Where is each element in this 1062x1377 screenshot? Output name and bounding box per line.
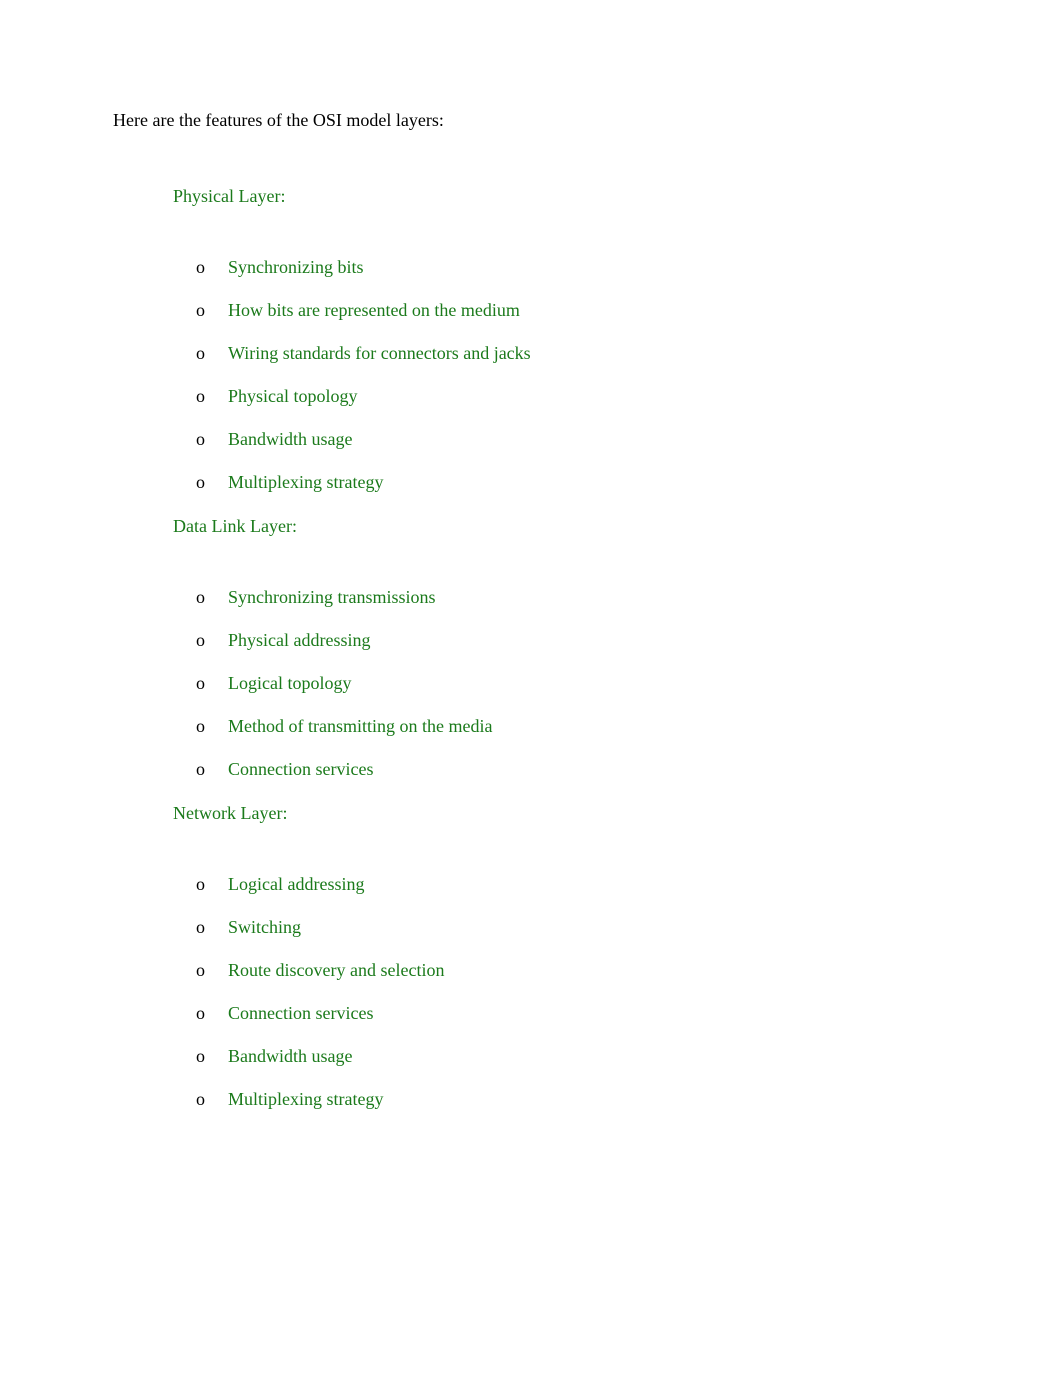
layer-title: Data Link Layer: xyxy=(173,516,297,537)
layer-header: Data Link Layer: xyxy=(138,516,1062,537)
feature-item: o Logical addressing xyxy=(196,874,1062,895)
feature-list: o Synchronizing transmissions o Physical… xyxy=(138,587,1062,780)
feature-bullet: o xyxy=(196,960,206,981)
feature-text: Route discovery and selection xyxy=(228,960,444,981)
intro-text: Here are the features of the OSI model l… xyxy=(113,110,1062,131)
layer-item-physical: Physical Layer: o Synchronizing bits o H… xyxy=(138,186,1062,493)
feature-text: Logical addressing xyxy=(228,874,364,895)
feature-item: o Connection services xyxy=(196,1003,1062,1024)
feature-text: Wiring standards for connectors and jack… xyxy=(228,343,531,364)
feature-text: Synchronizing bits xyxy=(228,257,364,278)
feature-text: Multiplexing strategy xyxy=(228,472,383,493)
feature-text: Physical addressing xyxy=(228,630,370,651)
layer-list: Physical Layer: o Synchronizing bits o H… xyxy=(113,186,1062,1110)
feature-text: Bandwidth usage xyxy=(228,1046,352,1067)
feature-item: o Synchronizing transmissions xyxy=(196,587,1062,608)
feature-item: o Multiplexing strategy xyxy=(196,472,1062,493)
feature-bullet: o xyxy=(196,472,206,493)
feature-item: o Route discovery and selection xyxy=(196,960,1062,981)
feature-item: o Connection services xyxy=(196,759,1062,780)
feature-list: o Logical addressing o Switching o Route… xyxy=(138,874,1062,1110)
feature-item: o Physical addressing xyxy=(196,630,1062,651)
layer-item-network: Network Layer: o Logical addressing o Sw… xyxy=(138,803,1062,1110)
feature-item: o Multiplexing strategy xyxy=(196,1089,1062,1110)
feature-bullet: o xyxy=(196,1046,206,1067)
feature-item: o Logical topology xyxy=(196,673,1062,694)
feature-item: o Method of transmitting on the media xyxy=(196,716,1062,737)
feature-bullet: o xyxy=(196,429,206,450)
feature-item: o Bandwidth usage xyxy=(196,429,1062,450)
feature-bullet: o xyxy=(196,343,206,364)
feature-bullet: o xyxy=(196,673,206,694)
feature-item: o Wiring standards for connectors and ja… xyxy=(196,343,1062,364)
feature-bullet: o xyxy=(196,300,206,321)
feature-text: Logical topology xyxy=(228,673,351,694)
feature-item: o Synchronizing bits xyxy=(196,257,1062,278)
feature-text: Physical topology xyxy=(228,386,358,407)
feature-text: Connection services xyxy=(228,1003,373,1024)
feature-bullet: o xyxy=(196,386,206,407)
layer-title: Physical Layer: xyxy=(173,186,285,207)
feature-text: Connection services xyxy=(228,759,373,780)
feature-list: o Synchronizing bits o How bits are repr… xyxy=(138,257,1062,493)
layer-title: Network Layer: xyxy=(173,803,287,824)
feature-bullet: o xyxy=(196,759,206,780)
feature-text: Synchronizing transmissions xyxy=(228,587,436,608)
feature-bullet: o xyxy=(196,587,206,608)
feature-bullet: o xyxy=(196,630,206,651)
feature-text: How bits are represented on the medium xyxy=(228,300,520,321)
feature-bullet: o xyxy=(196,1089,206,1110)
feature-bullet: o xyxy=(196,257,206,278)
layer-header: Physical Layer: xyxy=(138,186,1062,207)
layer-item-datalink: Data Link Layer: o Synchronizing transmi… xyxy=(138,516,1062,780)
feature-bullet: o xyxy=(196,716,206,737)
feature-text: Bandwidth usage xyxy=(228,429,352,450)
feature-text: Switching xyxy=(228,917,301,938)
feature-item: o Switching xyxy=(196,917,1062,938)
feature-item: o Physical topology xyxy=(196,386,1062,407)
feature-item: o How bits are represented on the medium xyxy=(196,300,1062,321)
feature-bullet: o xyxy=(196,1003,206,1024)
feature-bullet: o xyxy=(196,874,206,895)
feature-text: Multiplexing strategy xyxy=(228,1089,383,1110)
layer-header: Network Layer: xyxy=(138,803,1062,824)
feature-bullet: o xyxy=(196,917,206,938)
feature-item: o Bandwidth usage xyxy=(196,1046,1062,1067)
feature-text: Method of transmitting on the media xyxy=(228,716,492,737)
